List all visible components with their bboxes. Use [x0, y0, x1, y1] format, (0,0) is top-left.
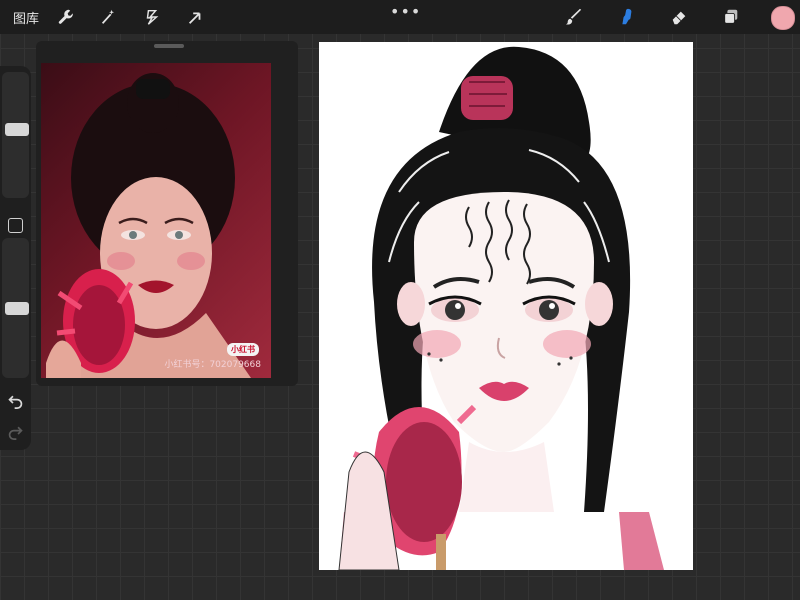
- selection-icon[interactable]: [139, 4, 165, 30]
- smudge-icon[interactable]: [613, 4, 639, 30]
- opacity-slider[interactable]: [2, 238, 29, 378]
- color-picker-swatch[interactable]: [771, 6, 795, 30]
- reference-panel[interactable]: 小红书 小红书号：702079668: [36, 41, 298, 386]
- brush-icon[interactable]: [561, 4, 587, 30]
- reference-portrait-illustration: [46, 73, 251, 378]
- top-toolbar: 图库 •••: [0, 0, 800, 34]
- canvas-illustration: [338, 46, 664, 570]
- opacity-thumb[interactable]: [5, 301, 29, 315]
- reference-drag-handle[interactable]: [154, 44, 184, 48]
- magic-wand-icon[interactable]: [95, 4, 121, 30]
- modify-button[interactable]: [8, 218, 23, 233]
- gallery-button[interactable]: 图库: [13, 8, 39, 27]
- more-actions[interactable]: •••: [390, 2, 421, 21]
- reference-photo: 小红书 小红书号：702079668: [41, 63, 271, 378]
- drawing-canvas[interactable]: [319, 42, 693, 570]
- undo-icon[interactable]: [7, 392, 24, 409]
- redo-icon[interactable]: [7, 423, 24, 440]
- wrench-icon[interactable]: [53, 4, 79, 30]
- transform-arrow-icon[interactable]: [182, 4, 208, 30]
- eraser-icon[interactable]: [666, 4, 692, 30]
- layers-icon[interactable]: [718, 4, 744, 30]
- left-sidebar: [0, 66, 31, 450]
- brush-size-slider[interactable]: [2, 72, 29, 198]
- watermark-logo: 小红书: [227, 343, 259, 356]
- brush-size-thumb[interactable]: [5, 123, 29, 137]
- watermark-id: 小红书号：702079668: [164, 360, 261, 370]
